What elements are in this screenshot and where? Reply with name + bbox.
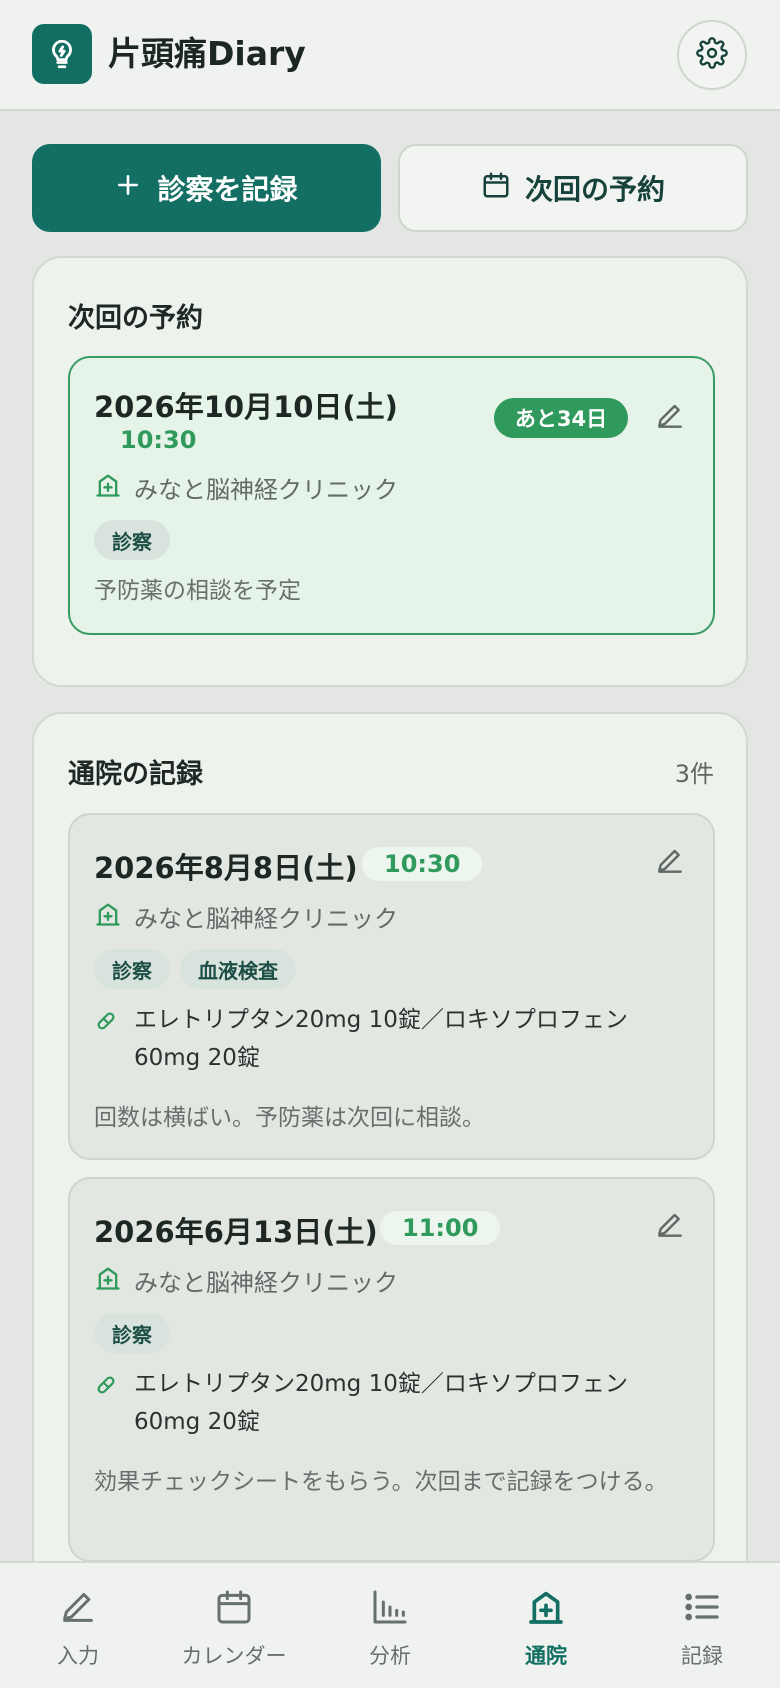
- visit-records-card: 通院の記録 3件 2026年8月8日(土) 10:30 みなと脳神経クリニック …: [32, 712, 748, 1561]
- clinic-label: みなと脳神経クリニック: [134, 1269, 398, 1297]
- hospital-icon: [94, 471, 122, 505]
- tag-list: 診察: [94, 520, 170, 560]
- appointment-time: 10:30: [120, 426, 197, 454]
- appointment-item[interactable]: 2026年10月10日(土) 10:30 あと34日 みなと脳神経クリニック 診…: [68, 356, 715, 635]
- visit-time: 11:00: [380, 1211, 501, 1245]
- nav-label: 分析: [369, 1644, 411, 1668]
- nav-item-analysis[interactable]: 分析: [312, 1587, 468, 1670]
- medication-text: エレトリプタン20mg 10錠／ロキソプロフェン60mg 20錠: [134, 1007, 628, 1071]
- record-visit-label: 診察を記録: [157, 173, 298, 206]
- edit-button[interactable]: [648, 841, 692, 885]
- next-appointment-label: 次回の予約: [524, 173, 665, 206]
- hospital-icon: [94, 900, 122, 934]
- pencil-icon: [654, 845, 686, 881]
- clinic-label: みなと脳神経クリニック: [134, 905, 398, 933]
- pencil-icon: [58, 1587, 98, 1632]
- tag: 診察: [94, 949, 170, 989]
- scroll-area[interactable]: 診察を記録 次回の予約 次回の予約 2026年10月10日(土) 10:30 あ…: [0, 111, 780, 1561]
- app-title: 片頭痛Diary: [108, 34, 306, 73]
- medication-text: エレトリプタン20mg 10錠／ロキソプロフェン60mg 20錠: [134, 1371, 628, 1435]
- visit-date: 2026年6月13日(土): [94, 1215, 378, 1249]
- app-header: 片頭痛Diary: [0, 0, 780, 111]
- appointment-note: 予防薬の相談を予定: [94, 578, 301, 604]
- medication: エレトリプタン20mg 10錠／ロキソプロフェン60mg 20錠: [94, 1365, 684, 1441]
- section-title: 次回の予約: [68, 303, 203, 334]
- tag: 血液検査: [180, 949, 296, 989]
- bar-chart-icon: [370, 1587, 410, 1632]
- record-count: 3件: [674, 760, 714, 788]
- nav-label: 入力: [57, 1644, 99, 1668]
- visit-time: 10:30: [362, 847, 483, 881]
- tag: 診察: [94, 520, 170, 560]
- tag-list: 診察 血液検査: [94, 949, 296, 989]
- visit-note: 効果チェックシートをもらう。次回まで記録をつける。: [94, 1469, 668, 1495]
- visit-note: 回数は横ばい。予防薬は次回に相談。: [94, 1105, 485, 1131]
- settings-button[interactable]: [677, 20, 747, 90]
- next-appointment-card: 次回の予約 2026年10月10日(土) 10:30 あと34日 みなと脳神経ク…: [32, 256, 748, 687]
- clinic-label: みなと脳神経クリニック: [134, 476, 398, 504]
- visit-date: 2026年8月8日(土): [94, 851, 358, 885]
- edit-button[interactable]: [648, 1205, 692, 1249]
- next-appointment-button[interactable]: 次回の予約: [398, 144, 748, 232]
- nav-label: カレンダー: [181, 1644, 287, 1668]
- clinic-name: みなと脳神経クリニック: [94, 1263, 398, 1298]
- pencil-icon: [654, 400, 686, 436]
- calendar-icon: [214, 1587, 254, 1632]
- calendar-icon: [481, 170, 511, 207]
- hospital-icon: [94, 1264, 122, 1298]
- pill-icon: [94, 1365, 122, 1441]
- clinic-name: みなと脳神経クリニック: [94, 470, 398, 505]
- nav-label: 通院: [525, 1644, 567, 1668]
- medication: エレトリプタン20mg 10錠／ロキソプロフェン60mg 20錠: [94, 1001, 684, 1077]
- list-icon: [682, 1587, 722, 1632]
- nav-item-records[interactable]: 記録: [624, 1587, 780, 1670]
- nav-item-clinic[interactable]: 通院: [468, 1587, 624, 1670]
- pill-icon: [94, 1001, 122, 1077]
- section-title: 通院の記録: [68, 759, 203, 790]
- visit-item[interactable]: 2026年6月13日(土) 11:00 みなと脳神経クリニック 診察 エレトリプ…: [68, 1177, 715, 1561]
- visit-item[interactable]: 2026年8月8日(土) 10:30 みなと脳神経クリニック 診察 血液検査 エ…: [68, 813, 715, 1160]
- gear-icon: [696, 37, 728, 73]
- lightbulb-icon: [32, 24, 92, 84]
- tag-list: 診察: [94, 1313, 170, 1353]
- tag: 診察: [94, 1313, 170, 1353]
- hospital-icon: [526, 1587, 566, 1632]
- nav-item-calendar[interactable]: カレンダー: [156, 1587, 312, 1670]
- edit-button[interactable]: [648, 396, 692, 440]
- record-visit-button[interactable]: 診察を記録: [32, 144, 381, 232]
- appointment-date: 2026年10月10日(土): [94, 390, 398, 424]
- bottom-nav: 入力 カレンダー 分析 通院 記録: [0, 1561, 780, 1688]
- nav-label: 記録: [681, 1644, 723, 1668]
- clinic-name: みなと脳神経クリニック: [94, 899, 398, 934]
- plus-icon: [115, 172, 141, 205]
- nav-item-input[interactable]: 入力: [0, 1587, 156, 1670]
- pencil-icon: [654, 1209, 686, 1245]
- days-left-badge: あと34日: [494, 398, 628, 438]
